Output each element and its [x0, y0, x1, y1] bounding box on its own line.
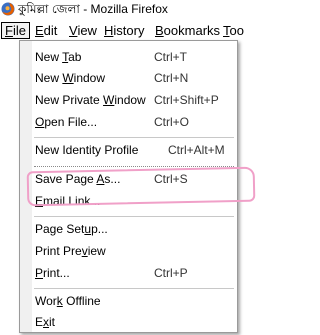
menu-item-label: Save Page As...	[35, 172, 121, 186]
menu-item-print[interactable]: Print... Ctrl+P	[35, 264, 235, 282]
menu-item-shortcut: Ctrl+S	[154, 172, 188, 186]
menu-item-label: New Private Window	[35, 93, 146, 107]
menu-item-label: New Window	[35, 71, 106, 85]
menu-item-label: Print Preview	[35, 244, 106, 258]
menu-item-open-file[interactable]: Open File... Ctrl+O	[35, 113, 235, 131]
menu-label: dit	[43, 23, 58, 38]
mnemonic: F	[5, 23, 13, 38]
mnemonic: B	[155, 23, 164, 38]
menu-bar: File Edit View History Bookmarks Too	[0, 20, 244, 41]
menu-history[interactable]: History	[101, 22, 147, 39]
menu-item-new-window[interactable]: New Window Ctrl+N	[35, 69, 235, 87]
menu-item-label: Print...	[35, 266, 70, 280]
menu-file[interactable]: File	[1, 22, 30, 39]
menu-item-shortcut: Ctrl+Shift+P	[154, 93, 219, 107]
menu-label: ookmarks	[163, 23, 221, 38]
menu-item-label: New Identity Profile	[35, 143, 139, 157]
menu-item-label: Page Setup...	[35, 222, 108, 236]
menu-edit[interactable]: Edit	[32, 22, 60, 39]
menu-icon-gutter	[20, 41, 32, 332]
menu-item-shortcut: Ctrl+T	[154, 50, 187, 64]
mnemonic: E	[35, 23, 44, 38]
menu-item-email-link[interactable]: Email Link...	[35, 192, 235, 210]
menu-separator	[34, 288, 234, 289]
menu-item-label: Work Offline	[35, 294, 101, 308]
menu-item-save-page-as[interactable]: Save Page As... Ctrl+S	[35, 170, 235, 188]
file-menu-dropdown: New Tab Ctrl+T New Window Ctrl+N New Pri…	[19, 40, 256, 333]
menu-label: istory	[113, 23, 145, 38]
firefox-icon	[1, 2, 15, 16]
menu-item-shortcut: Ctrl+Alt+M	[168, 143, 225, 157]
menu-item-label: New Tab	[35, 50, 82, 64]
menu-item-work-offline[interactable]: Work Offline	[35, 292, 235, 310]
menu-item-shortcut: Ctrl+O	[154, 115, 190, 129]
menu-item-shortcut: Ctrl+N	[154, 71, 189, 85]
menu-item-label: Email Link...	[35, 194, 101, 208]
menu-item-new-identity-profile[interactable]: New Identity Profile Ctrl+Alt+M	[35, 141, 235, 159]
window-title: কুমিল্লা জেলা - Mozilla Firefox	[18, 2, 168, 16]
menu-item-label: Open File...	[35, 115, 98, 129]
menu-label: iew	[77, 23, 97, 38]
menu-item-print-preview[interactable]: Print Preview	[35, 242, 235, 260]
menu-label: ile	[12, 23, 26, 38]
menu-item-shortcut: Ctrl+P	[154, 266, 188, 280]
menu-separator	[34, 166, 234, 168]
menu-item-new-private-window[interactable]: New Private Window Ctrl+Shift+P	[35, 91, 235, 109]
menu-separator	[34, 137, 234, 138]
menu-item-page-setup[interactable]: Page Setup...	[35, 220, 235, 238]
menu-item-exit[interactable]: Exit	[35, 313, 235, 331]
menu-bookmarks[interactable]: Bookmarks	[152, 22, 223, 39]
menu-label: oo	[229, 23, 244, 38]
menu-item-label: Exit	[35, 315, 56, 329]
title-bar: কুমিল্লা জেলা - Mozilla Firefox	[0, 0, 243, 18]
menu-tools[interactable]: Too	[220, 22, 247, 39]
menu-separator	[34, 216, 234, 217]
menu-view[interactable]: View	[66, 22, 100, 39]
menu-item-new-tab[interactable]: New Tab Ctrl+T	[35, 48, 235, 66]
mnemonic: H	[104, 23, 114, 38]
